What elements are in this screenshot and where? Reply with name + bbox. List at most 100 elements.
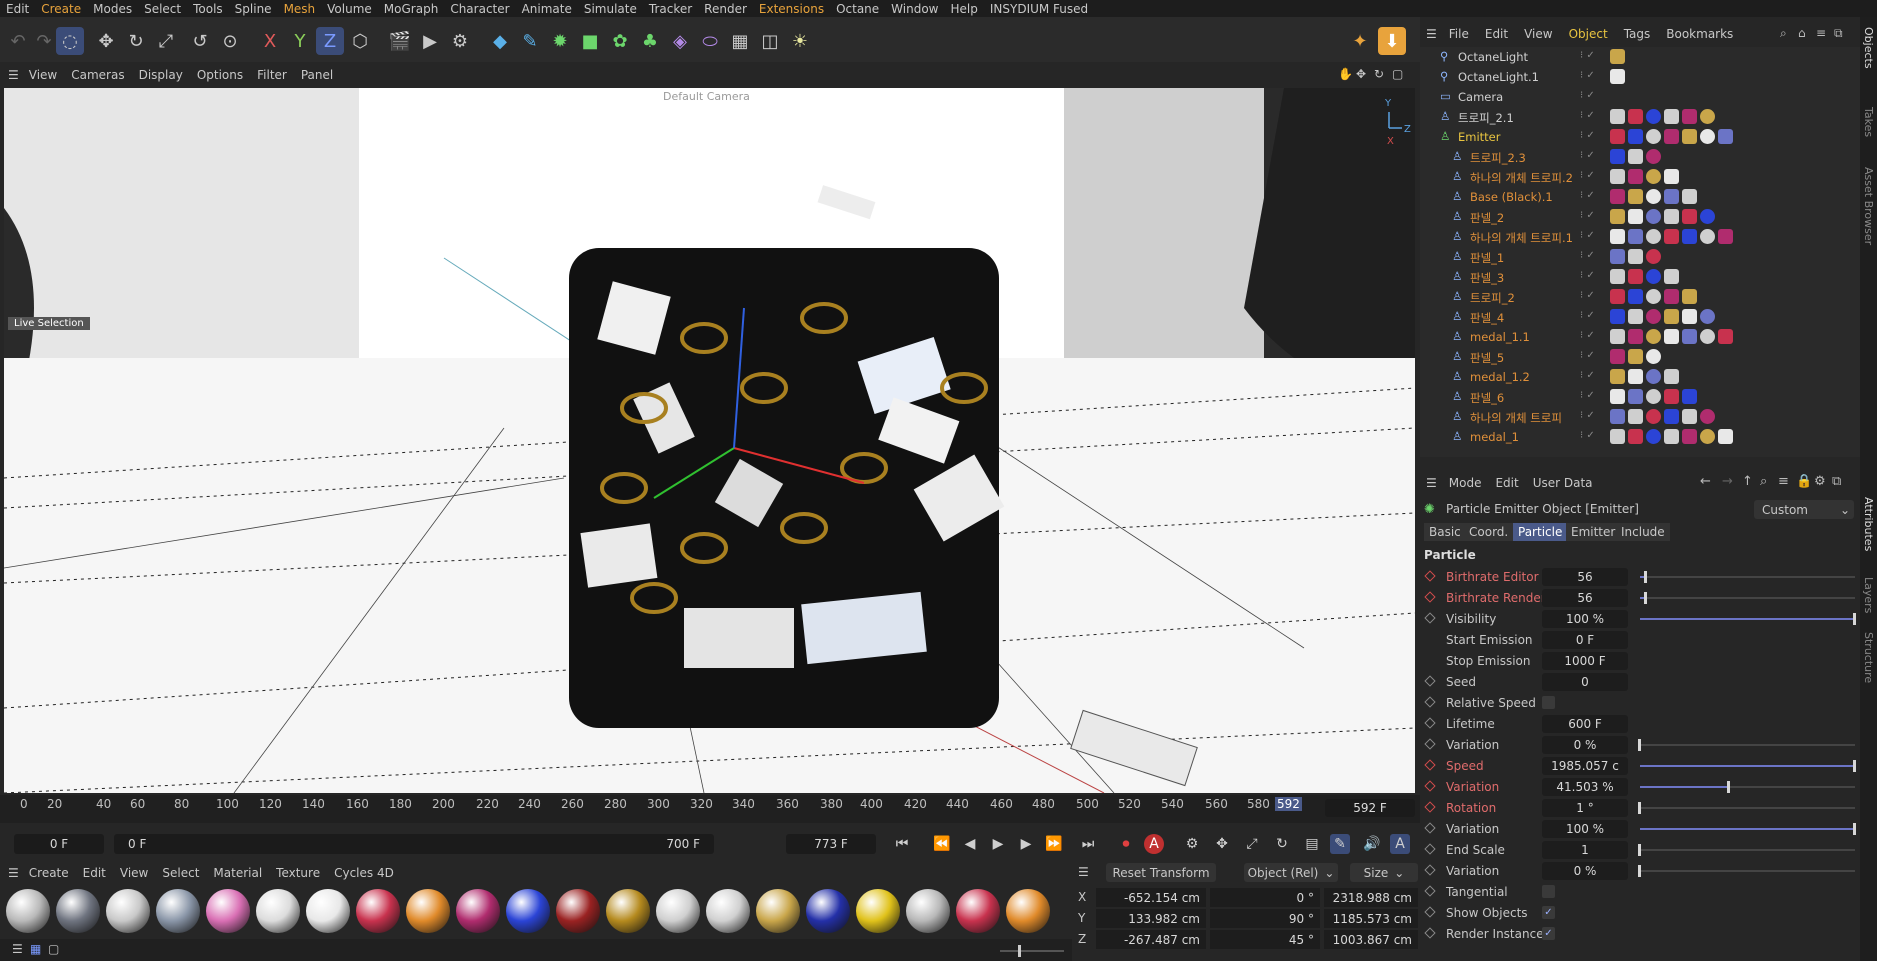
- position-field[interactable]: 133.982 cm: [1096, 909, 1206, 928]
- live-selection-icon[interactable]: ◌: [56, 27, 84, 55]
- tag-icon[interactable]: [1628, 369, 1643, 384]
- object-menu-tags[interactable]: Tags: [1624, 27, 1651, 41]
- tag-icon[interactable]: [1628, 409, 1643, 424]
- object-row[interactable]: ♙ Base (Black).1 ⁝ ✓: [1420, 187, 1860, 207]
- tag-icon[interactable]: [1664, 189, 1679, 204]
- viewport-menu-display[interactable]: Display: [139, 68, 183, 82]
- material-menu-texture[interactable]: Texture: [276, 866, 320, 880]
- object-row[interactable]: ♙ 판넬_4 ⁝ ✓: [1420, 307, 1860, 327]
- menu-extensions[interactable]: Extensions: [753, 2, 830, 16]
- attribute-menu-edit[interactable]: Edit: [1495, 476, 1518, 490]
- parameter-checkbox[interactable]: [1542, 696, 1555, 709]
- large-view-icon[interactable]: ▢: [48, 942, 59, 956]
- tag-icon[interactable]: [1664, 289, 1679, 304]
- material-swatch[interactable]: [1006, 889, 1050, 933]
- tag-icon[interactable]: [1628, 349, 1643, 364]
- visibility-toggle[interactable]: ⁝ ✓: [1580, 270, 1595, 281]
- object-row[interactable]: ♙ 판넬_3 ⁝ ✓: [1420, 267, 1860, 287]
- tag-icon[interactable]: [1628, 209, 1643, 224]
- visibility-toggle[interactable]: ⁝ ✓: [1580, 90, 1595, 101]
- tag-icon[interactable]: [1646, 189, 1661, 204]
- keyframe-diamond-icon[interactable]: [1424, 570, 1436, 582]
- parameter-value-field[interactable]: 0 F: [1542, 631, 1628, 649]
- tag-icon[interactable]: [1682, 389, 1697, 404]
- tag-icon[interactable]: [1682, 209, 1697, 224]
- tag-icon[interactable]: [1682, 289, 1697, 304]
- tag-icon[interactable]: [1664, 369, 1679, 384]
- object-row[interactable]: ♙ 하나의 개체 트로피.1 ⁝ ✓: [1420, 227, 1860, 247]
- object-row[interactable]: ♙ medal_1.1 ⁝ ✓: [1420, 327, 1860, 347]
- object-row[interactable]: ▭ Camera ⁝ ✓: [1420, 87, 1860, 107]
- tag-icon[interactable]: [1628, 249, 1643, 264]
- material-menu-edit[interactable]: Edit: [83, 866, 106, 880]
- visibility-toggle[interactable]: ⁝ ✓: [1580, 350, 1595, 361]
- keyframe-diamond-icon[interactable]: [1424, 801, 1436, 813]
- side-tab-objects[interactable]: Objects: [1862, 27, 1875, 69]
- tag-icon[interactable]: [1664, 269, 1679, 284]
- tag-icon[interactable]: [1700, 329, 1715, 344]
- tag-icon[interactable]: [1700, 409, 1715, 424]
- tag-icon[interactable]: [1700, 129, 1715, 144]
- object-menu-view[interactable]: View: [1524, 27, 1552, 41]
- material-swatch[interactable]: [106, 889, 150, 933]
- parameter-slider[interactable]: [1640, 823, 1856, 835]
- tag-icon[interactable]: [1610, 209, 1625, 224]
- menu-mesh[interactable]: Mesh: [278, 2, 322, 16]
- undo-icon[interactable]: ↶: [4, 27, 32, 55]
- reset-transform-button[interactable]: Reset Transform: [1106, 863, 1216, 882]
- tag-icon[interactable]: [1610, 169, 1625, 184]
- keyframe-diamond-icon[interactable]: [1424, 927, 1436, 939]
- tag-icon[interactable]: [1664, 209, 1679, 224]
- material-swatch[interactable]: [606, 889, 650, 933]
- back-arrow-icon[interactable]: ←: [1700, 474, 1711, 489]
- material-swatch[interactable]: [406, 889, 450, 933]
- visibility-toggle[interactable]: ⁝ ✓: [1580, 150, 1595, 161]
- size-field[interactable]: 1185.573 cm: [1324, 909, 1418, 928]
- tag-icon[interactable]: [1682, 409, 1697, 424]
- octane-live-icon[interactable]: ✦: [1346, 27, 1374, 55]
- menu-window[interactable]: Window: [885, 2, 944, 16]
- object-name[interactable]: medal_1: [1470, 430, 1519, 444]
- visibility-toggle[interactable]: ⁝ ✓: [1580, 190, 1595, 201]
- material-swatch[interactable]: [756, 889, 800, 933]
- parameter-value-field[interactable]: 56: [1542, 568, 1628, 586]
- object-menu-bookmarks[interactable]: Bookmarks: [1666, 27, 1733, 41]
- tag-icon[interactable]: [1646, 209, 1661, 224]
- next-frame-icon[interactable]: ▶: [1016, 834, 1036, 854]
- visibility-toggle[interactable]: ⁝ ✓: [1580, 430, 1595, 441]
- tag-icon[interactable]: [1610, 49, 1625, 64]
- material-menu-cycles-4d[interactable]: Cycles 4D: [334, 866, 394, 880]
- parameter-value-field[interactable]: 100 %: [1542, 610, 1628, 628]
- material-swatch[interactable]: [256, 889, 300, 933]
- point-level-icon[interactable]: ✎: [1330, 834, 1350, 854]
- tag-icon[interactable]: [1646, 289, 1661, 304]
- tag-icon[interactable]: [1682, 229, 1697, 244]
- object-name[interactable]: medal_1.1: [1470, 330, 1530, 344]
- move-icon[interactable]: ✥: [92, 27, 120, 55]
- tag-icon[interactable]: [1664, 169, 1679, 184]
- tag-icon[interactable]: [1646, 149, 1661, 164]
- tag-icon[interactable]: [1646, 249, 1661, 264]
- visibility-toggle[interactable]: ⁝ ✓: [1580, 50, 1595, 61]
- current-frame-field[interactable]: 592 F: [1325, 799, 1415, 817]
- scale-key-icon[interactable]: ⤢: [1242, 834, 1262, 854]
- menu-modes[interactable]: Modes: [87, 2, 138, 16]
- keyframe-diamond-icon[interactable]: [1424, 759, 1436, 771]
- keyframe-diamond-icon[interactable]: [1424, 675, 1436, 687]
- tag-icon[interactable]: [1682, 429, 1697, 444]
- tag-icon[interactable]: [1664, 109, 1679, 124]
- object-name[interactable]: Emitter: [1458, 130, 1501, 144]
- side-tab-layers[interactable]: Layers: [1862, 577, 1875, 613]
- visibility-toggle[interactable]: ⁝ ✓: [1580, 410, 1595, 421]
- menu-volume[interactable]: Volume: [321, 2, 378, 16]
- parameter-slider[interactable]: [1638, 865, 1855, 877]
- timeline-ruler[interactable]: 0 20 40 60 80 100 120 140 160 180 200 220 240 260 280 3…: [0, 795, 1420, 823]
- parameter-value-field[interactable]: 0 %: [1542, 736, 1628, 754]
- keyframe-diamond-icon[interactable]: [1424, 738, 1436, 750]
- object-name[interactable]: 하나의 개체 트로피.2: [1470, 170, 1573, 186]
- parameter-value-field[interactable]: 600 F: [1542, 715, 1628, 733]
- tag-icon[interactable]: [1718, 229, 1733, 244]
- snap-icon[interactable]: ⊙: [216, 27, 244, 55]
- x-axis-icon[interactable]: X: [256, 27, 284, 55]
- animation-mode-icon[interactable]: A: [1390, 834, 1410, 854]
